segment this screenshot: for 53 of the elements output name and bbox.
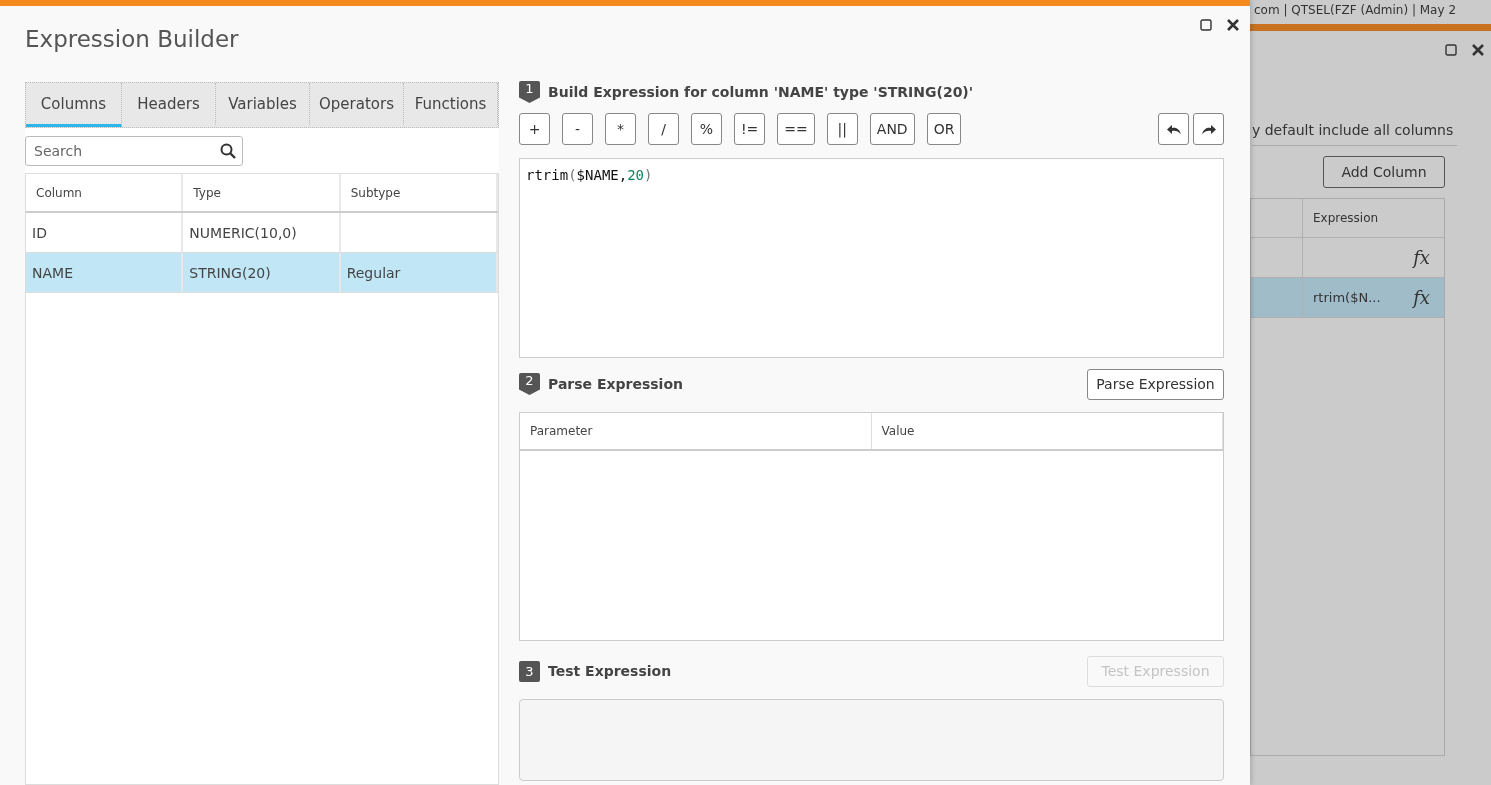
step-badge: 1 [519, 81, 540, 103]
tab[interactable]: Operators [310, 83, 404, 127]
undo-arrow-icon[interactable] [1165, 123, 1182, 135]
column-header: Expression [1312, 210, 1380, 227]
column-header: Type [183, 174, 341, 211]
undo-button[interactable] [1158, 113, 1189, 145]
operator-button[interactable]: != [734, 113, 766, 145]
operator-button[interactable]: % [691, 113, 722, 145]
operator-button[interactable]: / [648, 113, 679, 145]
table-row[interactable]: rtrim($N... fx [1251, 278, 1444, 318]
step-badge: 3 [519, 660, 540, 682]
redo-arrow-icon[interactable] [1200, 123, 1217, 135]
expression-editor[interactable]: rtrim($NAME,20) [519, 158, 1224, 358]
step-title: Test Expression [548, 663, 672, 679]
action-button[interactable]: Parse Expression [1087, 368, 1224, 400]
operator-button[interactable]: OR [926, 113, 962, 145]
search-field[interactable]: Search [25, 136, 243, 166]
maximize-icon[interactable] [1445, 44, 1457, 56]
table-cell: NUMERIC(10,0) [189, 224, 297, 241]
step-badge: 2 [519, 373, 540, 395]
close-icon[interactable] [1226, 18, 1240, 32]
function-button[interactable]: fx [1413, 247, 1430, 268]
maximize-icon[interactable] [1200, 19, 1212, 31]
dialog-title: Expression Builder [24, 25, 239, 54]
search-icon[interactable] [220, 143, 236, 159]
close-icon[interactable] [1471, 43, 1485, 57]
tab[interactable]: Variables [216, 83, 310, 127]
operator-button[interactable]: || [826, 113, 858, 145]
operator-button[interactable]: == [777, 113, 815, 145]
operator-button[interactable]: * [605, 113, 636, 145]
header-text: com | QTSEL(FZF (Admin) | May 2 [1254, 3, 1457, 17]
column-header: Value [871, 413, 1223, 449]
operator-button[interactable]: - [562, 113, 593, 145]
table-cell: NAME [32, 264, 73, 281]
tab[interactable]: Functions [404, 83, 498, 127]
operator-button[interactable]: AND [869, 113, 915, 145]
table-cell: ID [32, 224, 47, 241]
table-cell: STRING(20) [189, 264, 271, 281]
column-header: Subtype [340, 174, 498, 211]
operator-button[interactable]: + [519, 113, 550, 145]
expression-text: rtrim($NAME,20) [526, 167, 654, 183]
table-row[interactable]: NAME STRING(20) Regular [26, 253, 498, 293]
column-header: Column [26, 174, 184, 211]
step-title: Parse Expression [548, 376, 683, 392]
table-cell: Regular [346, 264, 401, 281]
redo-button[interactable] [1193, 113, 1224, 145]
add-column-button[interactable]: Add Column [1323, 156, 1445, 188]
function-button[interactable]: fx [1413, 287, 1430, 308]
table-cell: rtrim($N... [1313, 290, 1381, 305]
tab[interactable]: Headers [122, 83, 216, 127]
option-label: y default include all columns [1252, 122, 1457, 146]
step-title: Build Expression for column 'NAME' type 'STRING(20)' [548, 84, 974, 100]
column-header: Parameter [520, 413, 872, 449]
